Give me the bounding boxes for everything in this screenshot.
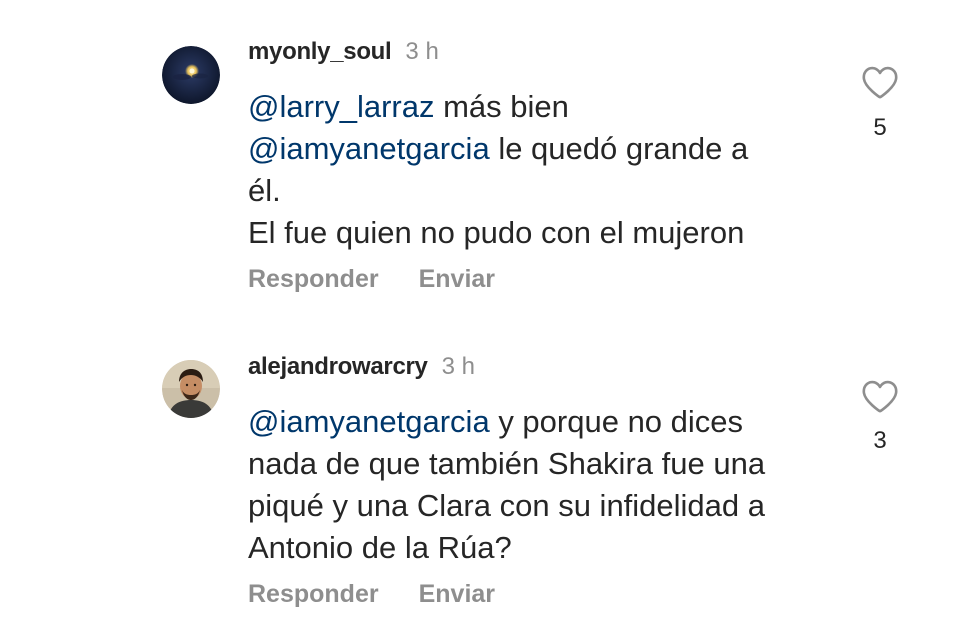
comment-line: él.	[248, 170, 828, 212]
comment-text-fragment: más bien	[434, 89, 569, 124]
comment-text-fragment: El fue quien no pudo con el mujeron	[248, 215, 745, 250]
heart-icon[interactable]	[860, 378, 900, 414]
comment-text-fragment: y porque no dices	[489, 404, 744, 439]
heart-icon[interactable]	[860, 64, 900, 100]
comment-line: nada de que también Shakira fue una	[248, 443, 828, 485]
comment-text-fragment: le quedó grande a	[489, 131, 749, 166]
comment-text-fragment: Antonio de la Rúa?	[248, 530, 512, 565]
avatar-image	[162, 46, 220, 104]
comment-actions: Responder Enviar	[248, 580, 495, 609]
comment-text-fragment: nada de que también Shakira fue una	[248, 446, 766, 481]
username[interactable]: alejandrowarcry	[248, 353, 428, 381]
comment-text: @iamyanetgarcia y porque no dices nada d…	[248, 401, 828, 569]
like-count: 3	[873, 427, 887, 454]
comment-line: Antonio de la Rúa?	[248, 527, 828, 569]
timestamp: 3 h	[441, 353, 475, 380]
comment-text-fragment: piqué y una Clara con su infidelidad a	[248, 488, 766, 523]
send-button[interactable]: Enviar	[419, 265, 495, 294]
comment-line: piqué y una Clara con su infidelidad a	[248, 485, 828, 527]
comment-line: @iamyanetgarcia y porque no dices	[248, 401, 828, 443]
mention-link[interactable]: @iamyanetgarcia	[248, 404, 490, 439]
timestamp: 3 h	[405, 38, 439, 65]
comment-header: myonly_soul 3 h	[248, 38, 439, 70]
reply-button[interactable]: Responder	[248, 265, 379, 294]
avatar[interactable]	[162, 360, 220, 418]
mention-link[interactable]: @iamyanetgarcia	[248, 131, 490, 166]
send-button[interactable]: Enviar	[419, 580, 495, 609]
comment-text: @larry_larraz más bien @iamyanetgarcia l…	[248, 86, 828, 254]
avatar[interactable]	[162, 46, 220, 104]
comment-line: @larry_larraz más bien	[248, 86, 828, 128]
like-count: 5	[873, 114, 887, 141]
username[interactable]: myonly_soul	[248, 38, 392, 66]
comment-actions: Responder Enviar	[248, 265, 495, 294]
mention-link[interactable]: @larry_larraz	[248, 89, 435, 124]
comment-line: @iamyanetgarcia le quedó grande a	[248, 128, 828, 170]
avatar-image	[162, 360, 220, 418]
comment-line: El fue quien no pudo con el mujeron	[248, 212, 828, 254]
reply-button[interactable]: Responder	[248, 580, 379, 609]
comment-text-fragment: él.	[248, 173, 281, 208]
comment-header: alejandrowarcry 3 h	[248, 353, 475, 385]
